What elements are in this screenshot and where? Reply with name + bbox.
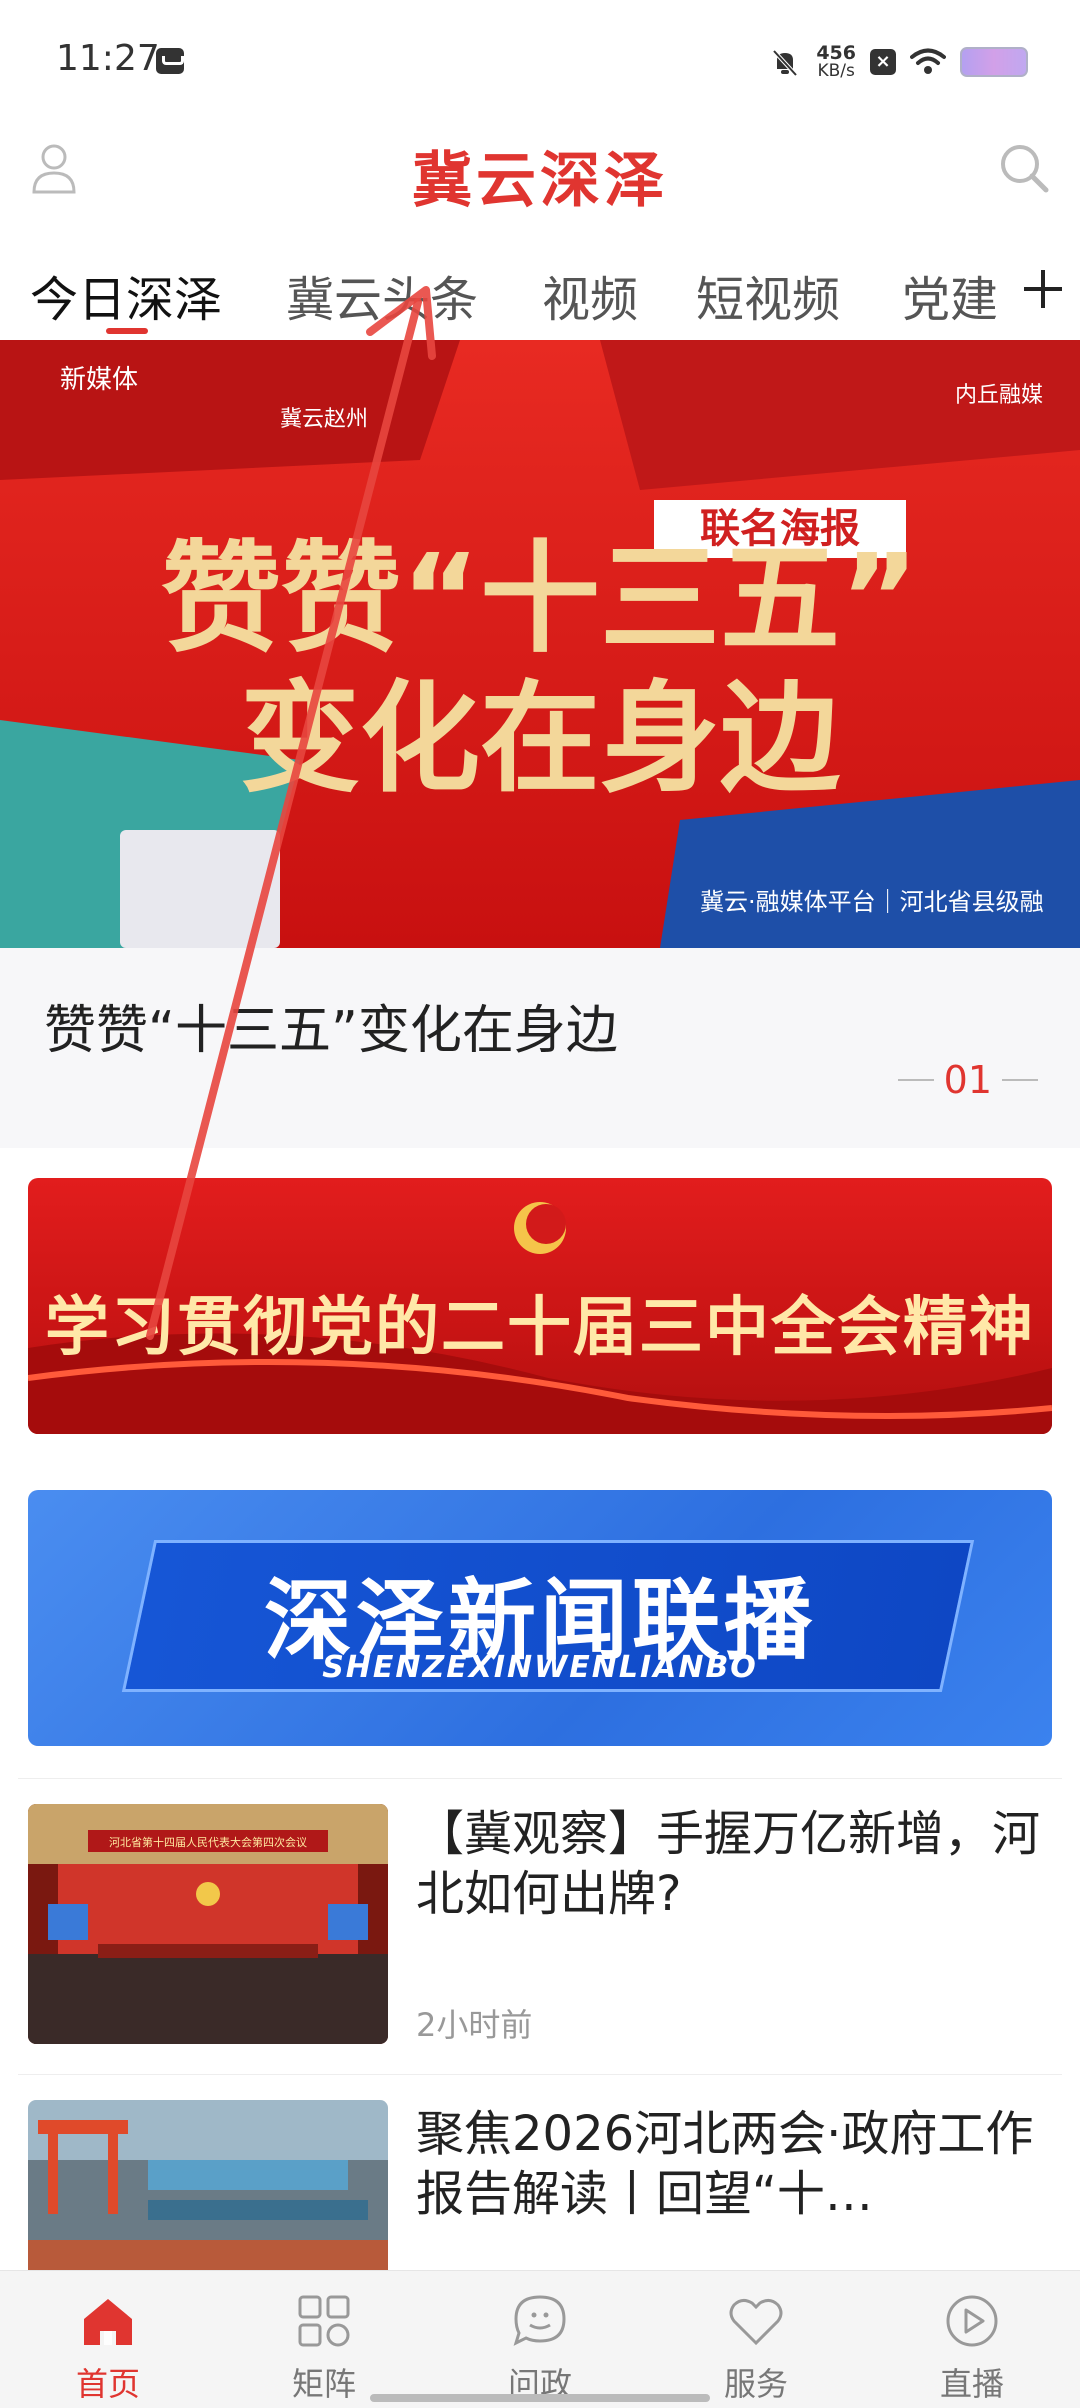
news-title: 【冀观察】手握万亿新增，河北如何出牌?	[416, 1806, 1041, 1922]
poster-line-1: 赞赞“十三五”	[161, 530, 919, 669]
party-study-banner[interactable]: 学习贯彻党的二十届三中全会精神	[28, 1178, 1052, 1434]
add-channel-icon[interactable]	[1020, 266, 1066, 312]
tab-jiyun-headlines[interactable]: 冀云头条	[286, 260, 478, 330]
indicator-dash-right	[1002, 1079, 1038, 1081]
port-container-image	[28, 2100, 388, 2270]
poster-media-label: 新媒体	[60, 365, 138, 395]
shenze-news-banner[interactable]: 深泽新闻联播 SHENZEXINWENLIANBO	[28, 1490, 1052, 1746]
congress-hall-image: 河北省第十四届人民代表大会第四次会议	[28, 1804, 388, 2044]
carousel-page-number: 01	[943, 1058, 992, 1102]
home-icon	[84, 2299, 132, 2345]
status-indicators: 456 KB/s ×	[768, 40, 1028, 84]
news-title: 聚焦2026河北两会·政府工作报告解读丨回望“十…	[416, 2106, 1034, 2222]
hero-poster: 联名海报 赞赞“十三五” 变化在身边 新媒体 冀云赵州 内丘融媒 冀云·融媒体平…	[0, 340, 1080, 948]
x-badge-icon: ×	[870, 49, 896, 75]
poster-corner-label: 内丘融媒	[955, 383, 1043, 408]
tab-today-shenze[interactable]: 今日深泽	[30, 260, 222, 330]
poster-footer: 冀云·融媒体平台｜河北省县级融	[700, 888, 1044, 916]
nav-live-label: 直播	[939, 2365, 1004, 2403]
carousel-page-indicator: 01	[897, 1058, 1038, 1102]
nav-live[interactable]: 直播	[864, 2271, 1080, 2408]
bottom-navigation: 首页 矩阵 问政 服务 直播	[0, 2270, 1080, 2408]
thumb-caption: 河北省第十四届人民代表大会第四次会议	[109, 1835, 307, 1849]
wifi-icon	[910, 48, 946, 74]
news-thumbnail: 河北省第十四届人民代表大会第四次会议	[28, 1804, 388, 2044]
home-indicator[interactable]	[370, 2394, 710, 2402]
network-speed-unit: KB/s	[817, 61, 855, 81]
nav-service[interactable]: 服务	[648, 2271, 864, 2408]
tab-party-building[interactable]: 党建	[902, 260, 998, 330]
news-banner-subtitle: SHENZEXINWENLIANBO	[322, 1650, 758, 1685]
active-tab-indicator	[106, 328, 148, 334]
poster-county-label: 冀云赵州	[280, 407, 368, 432]
grid-icon	[298, 2295, 350, 2347]
nav-home-label: 首页	[75, 2365, 140, 2403]
list-divider	[18, 1778, 1062, 1779]
message-icon	[156, 48, 184, 74]
tab-video[interactable]: 视频	[542, 260, 638, 330]
news-list-item[interactable]: 河北省第十四届人民代表大会第四次会议 【冀观察】手握万亿新增，河北如何出牌? 2…	[0, 1804, 1080, 2064]
hero-caption-title: 赞赞“十三五”变化在身边	[44, 1001, 618, 1061]
play-icon	[946, 2295, 998, 2347]
network-speed: 456 KB/s	[816, 44, 856, 80]
channel-tabs: 今日深泽 冀云头条 视频 短视频 党建	[0, 248, 1080, 338]
nav-home[interactable]: 首页	[0, 2271, 216, 2408]
status-bar: 11:27 456 KB/s ×	[0, 0, 1080, 120]
status-time: 11:27	[56, 38, 160, 79]
battery-icon	[960, 47, 1028, 77]
news-list-item[interactable]: 聚焦2026河北两会·政府工作报告解读丨回望“十…	[0, 2100, 1080, 2270]
nav-inquiry[interactable]: 问政	[432, 2271, 648, 2408]
bell-muted-icon	[772, 49, 798, 77]
news-time: 2小时前	[416, 2006, 533, 2044]
party-banner-text: 学习贯彻党的二十届三中全会精神	[45, 1291, 1035, 1365]
app-header: 冀云深泽	[0, 120, 1080, 220]
chat-icon	[513, 2295, 566, 2346]
indicator-dash-left	[897, 1079, 934, 1081]
list-divider	[18, 2074, 1062, 2075]
tab-short-video[interactable]: 短视频	[696, 260, 840, 330]
nav-matrix[interactable]: 矩阵	[216, 2271, 432, 2408]
search-icon[interactable]	[998, 142, 1050, 194]
news-thumbnail	[28, 2100, 388, 2270]
hero-carousel-image[interactable]: 联名海报 赞赞“十三五” 变化在身边 新媒体 冀云赵州 内丘融媒 冀云·融媒体平…	[0, 340, 1080, 948]
hero-caption[interactable]: 赞赞“十三五”变化在身边 01	[0, 948, 1080, 1148]
heart-icon	[729, 2298, 783, 2346]
poster-line-2: 变化在身边	[240, 670, 841, 809]
app-title: 冀云深泽	[412, 146, 668, 216]
